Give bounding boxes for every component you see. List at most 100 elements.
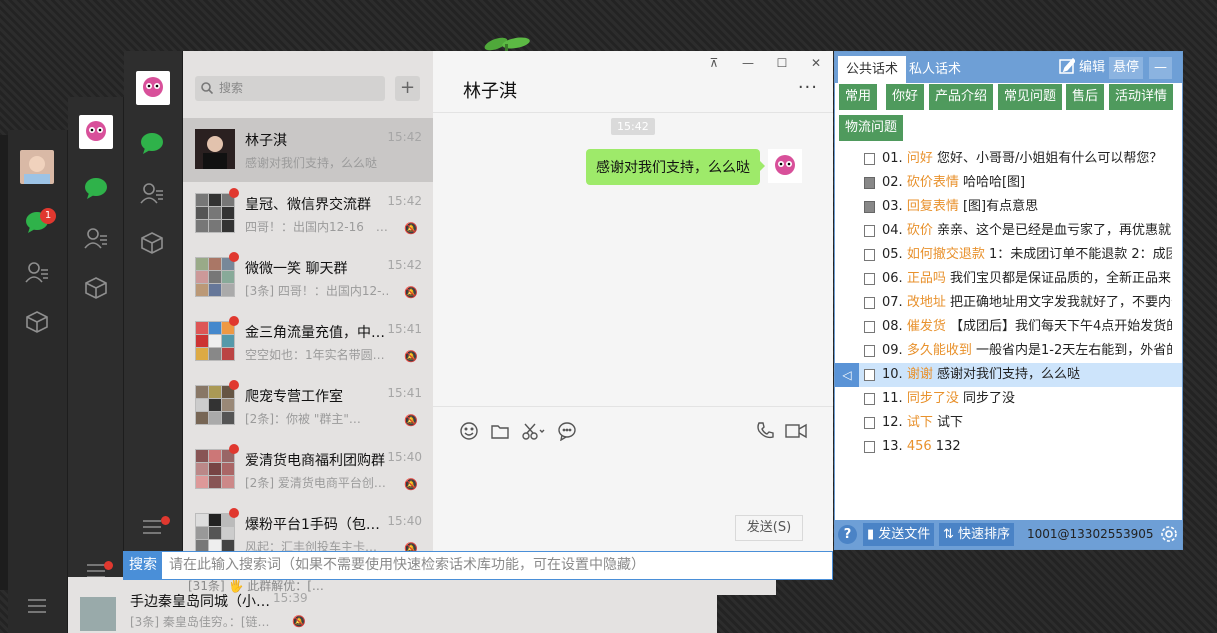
more-button[interactable]: ··· [798, 77, 818, 98]
self-avatar[interactable] [768, 149, 802, 183]
contacts-icon[interactable] [138, 179, 166, 207]
category-button[interactable]: 产品介绍 [929, 84, 994, 110]
phrase-text: 07. 改地址 把正确地址用文字发我就好了，不要内个 [882, 291, 1172, 315]
search-icon [201, 82, 214, 98]
conv-preview: 感谢对我们支持，么么哒 [245, 156, 378, 170]
chat-bubble-icon[interactable] [557, 421, 577, 446]
conversation-item[interactable]: 金三角流量充值，中… 15:41 空空如也：1年实名带圆… 🔕 [183, 310, 433, 374]
collapse-button[interactable]: — [1149, 57, 1172, 79]
phone-icon[interactable] [755, 421, 775, 446]
phrase-item[interactable]: 08. 催发货 【成团后】我们每天下午4点开始发货的 [835, 315, 1182, 339]
mute-icon: 🔕 [404, 542, 418, 551]
contacts-icon[interactable] [82, 224, 110, 252]
message-bubble[interactable]: 感谢对我们支持，么么哒 [586, 149, 765, 185]
unread-dot [229, 316, 239, 326]
category-button[interactable]: 常见问题 [998, 84, 1063, 110]
quick-search-input[interactable]: 请在此输入搜索词（如果不需要使用快速检索话术库功能，可在设置中隐藏） [169, 552, 645, 579]
phrase-content: 1：未成团订单不能退款 2：成团… [988, 247, 1172, 262]
phrase-item[interactable]: 03. 回复表情 [图]有点意思 [835, 195, 1182, 219]
conv-name[interactable]: 手边秦皇岛同城（小… [130, 591, 270, 611]
minimize-button[interactable]: — [739, 56, 757, 70]
chat-title: 林子淇 [463, 81, 517, 102]
category-button[interactable]: 售后 [1066, 84, 1105, 110]
file-icon: ▮ [867, 527, 875, 542]
phrase-keyword: 砍价 [906, 223, 933, 238]
phrase-item[interactable]: 12. 试下 试下 [835, 411, 1182, 435]
phrase-text: 06. 正品吗 我们宝贝都是保证品质的，全新正品来的 [882, 267, 1172, 291]
send-arrow-icon[interactable]: ◁ [835, 363, 859, 387]
phrase-number: 06. [882, 271, 903, 286]
quick-sort-button[interactable]: ⇅ 快速排序 [939, 523, 1015, 546]
send-button[interactable]: 发送(S) [735, 515, 803, 541]
conversation-item[interactable]: 微微一笑 聊天群 15:42 [3条] 四哥！：出国内12-… 🔕 [183, 246, 433, 310]
chat-icon[interactable] [82, 174, 110, 202]
phrase-item[interactable]: 13. 456 132 [835, 435, 1182, 459]
phrase-item[interactable]: 02. 砍价表情 哈哈哈[图] [835, 171, 1182, 195]
category-button[interactable]: 你好 [886, 84, 925, 110]
phrase-item[interactable]: 07. 改地址 把正确地址用文字发我就好了，不要内个 [835, 291, 1182, 315]
phrase-keyword: 催发货 [906, 319, 946, 334]
unread-dot [229, 508, 239, 518]
scissors-icon[interactable] [521, 421, 547, 446]
category-button[interactable]: 常用 [839, 84, 878, 110]
unread-dot [229, 252, 239, 262]
settings-icon[interactable] [1160, 525, 1178, 548]
add-button[interactable]: + [395, 76, 420, 101]
quick-search-bar: 搜索 请在此输入搜索词（如果不需要使用快速检索话术库功能，可在设置中隐藏） [123, 551, 833, 580]
phrase-item[interactable]: 09. 多久能收到 一般省内是1-2天左右能到，外省的… [835, 339, 1182, 363]
document-icon [864, 393, 875, 405]
mute-icon: 🔕 [404, 350, 418, 363]
emoji-icon[interactable] [459, 421, 479, 446]
phrase-keyword: 试下 [906, 415, 933, 430]
conv-name: 爆粉平台1手码（包… [245, 517, 380, 533]
category-button[interactable]: 活动详情 [1109, 84, 1174, 110]
edit-button[interactable]: 编辑 [1079, 57, 1105, 79]
conversation-item[interactable]: 林子淇 15:42 感谢对我们支持，么么哒 [183, 118, 433, 182]
conv-search-input[interactable]: 搜索 [195, 76, 385, 101]
conversation-item[interactable]: 爆粉平台1手码（包… 15:40 风起：汇丰创投车主卡… 🔕 [183, 502, 433, 551]
folder-icon[interactable] [490, 421, 510, 446]
category-button[interactable]: 物流问题 [839, 115, 904, 141]
avatar[interactable] [136, 71, 170, 105]
box-icon[interactable] [138, 229, 166, 257]
conversation-item[interactable]: 皇冠、微信界交流群 15:42 四哥！：出国内12-16 … 🔕 [183, 182, 433, 246]
notification-dot [161, 516, 170, 525]
conversation-item[interactable]: 爱清货电商福利团购群 15:40 [2条] 爱清货电商平台创… 🔕 [183, 438, 433, 502]
box-icon[interactable] [23, 308, 51, 336]
tab-public-phrases[interactable]: 公共话术 [838, 56, 907, 83]
avatar[interactable] [20, 150, 54, 184]
chat-icon[interactable] [138, 129, 166, 157]
phrase-item[interactable]: 01. 问好 您好、小哥哥/小姐姐有什么可以帮您？ [835, 147, 1182, 171]
mute-icon: 🔕 [404, 478, 418, 491]
edit-icon[interactable] [1059, 57, 1077, 79]
phrase-item[interactable]: 11. 同步了没 同步了没 [835, 387, 1182, 411]
unread-dot [229, 188, 239, 198]
conv-name: 爱清货电商福利团购群 [245, 453, 385, 469]
phrase-text: 11. 同步了没 同步了没 [882, 387, 1172, 411]
conv-name: 金三角流量充值，中… [245, 325, 385, 341]
phrase-item[interactable]: 04. 砍价 亲亲、这个是已经是血亏家了，再优惠就… [835, 219, 1182, 243]
maximize-button[interactable]: ☐ [773, 56, 791, 70]
conversation-item[interactable]: 爬宠专营工作室 15:41 [2条]：你被 "群主"… 🔕 [183, 374, 433, 438]
video-icon[interactable] [785, 421, 807, 446]
send-file-button[interactable]: ▮ 发送文件 [863, 523, 935, 546]
phrase-item[interactable]: 06. 正品吗 我们宝贝都是保证品质的，全新正品来的 [835, 267, 1182, 291]
avatar[interactable] [79, 115, 113, 149]
phrase-item[interactable]: 05. 如何撤交退款 1：未成团订单不能退款 2：成团… [835, 243, 1182, 267]
help-button[interactable]: ? [838, 525, 857, 544]
pin-window-button[interactable]: ⊼ [705, 56, 723, 70]
message-input-area[interactable]: 发送(S) [433, 406, 833, 551]
phrase-item[interactable]: ◁ 10. 谢谢 感谢对我们支持，么么哒 [835, 363, 1182, 387]
close-button[interactable]: ✕ [807, 56, 825, 70]
rail-window-1 [124, 51, 183, 551]
pin-button[interactable]: 悬停 [1109, 57, 1144, 79]
menu-icon[interactable] [23, 592, 51, 620]
conv-avatar [195, 321, 235, 361]
phrase-keyword: 改地址 [906, 295, 946, 310]
contacts-icon[interactable] [23, 258, 51, 286]
box-icon[interactable] [82, 274, 110, 302]
conv-time: 15:40 [387, 514, 422, 528]
tab-private-phrases[interactable]: 私人话术 [901, 56, 969, 83]
bg-conv-list-2: 手边秦皇岛同城（小… 15:39 [3条] 秦皇岛佳穷。：[链… 🔕 [68, 591, 717, 633]
send-file-label: 发送文件 [878, 527, 931, 542]
